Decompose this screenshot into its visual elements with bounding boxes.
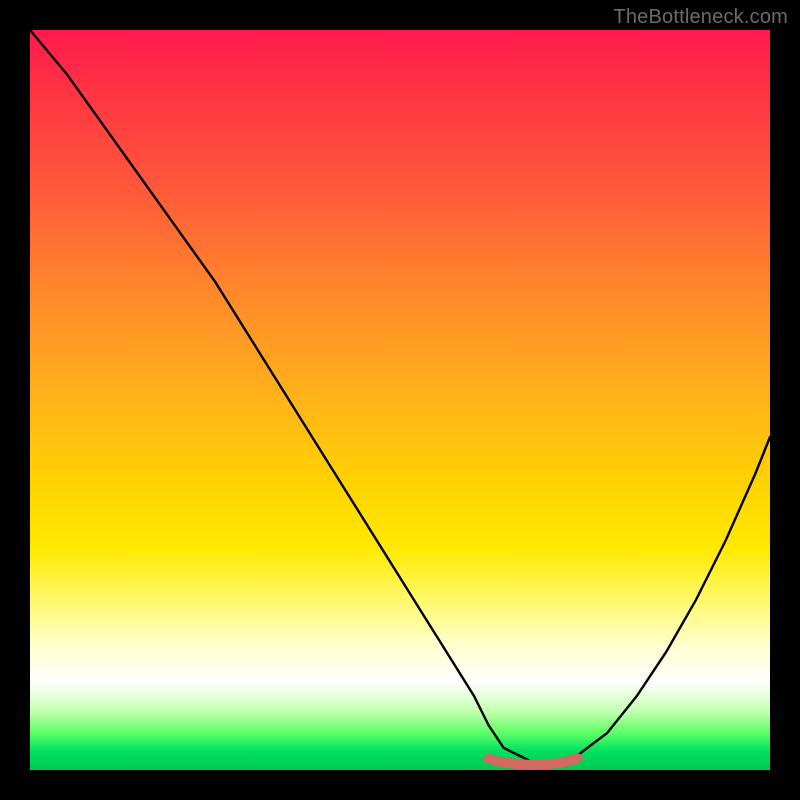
chart-svg	[30, 30, 770, 770]
bottleneck-curve	[30, 30, 770, 763]
watermark-text: TheBottleneck.com	[613, 6, 788, 29]
chart-frame: TheBottleneck.com	[0, 0, 800, 800]
flat-highlight	[489, 758, 578, 765]
